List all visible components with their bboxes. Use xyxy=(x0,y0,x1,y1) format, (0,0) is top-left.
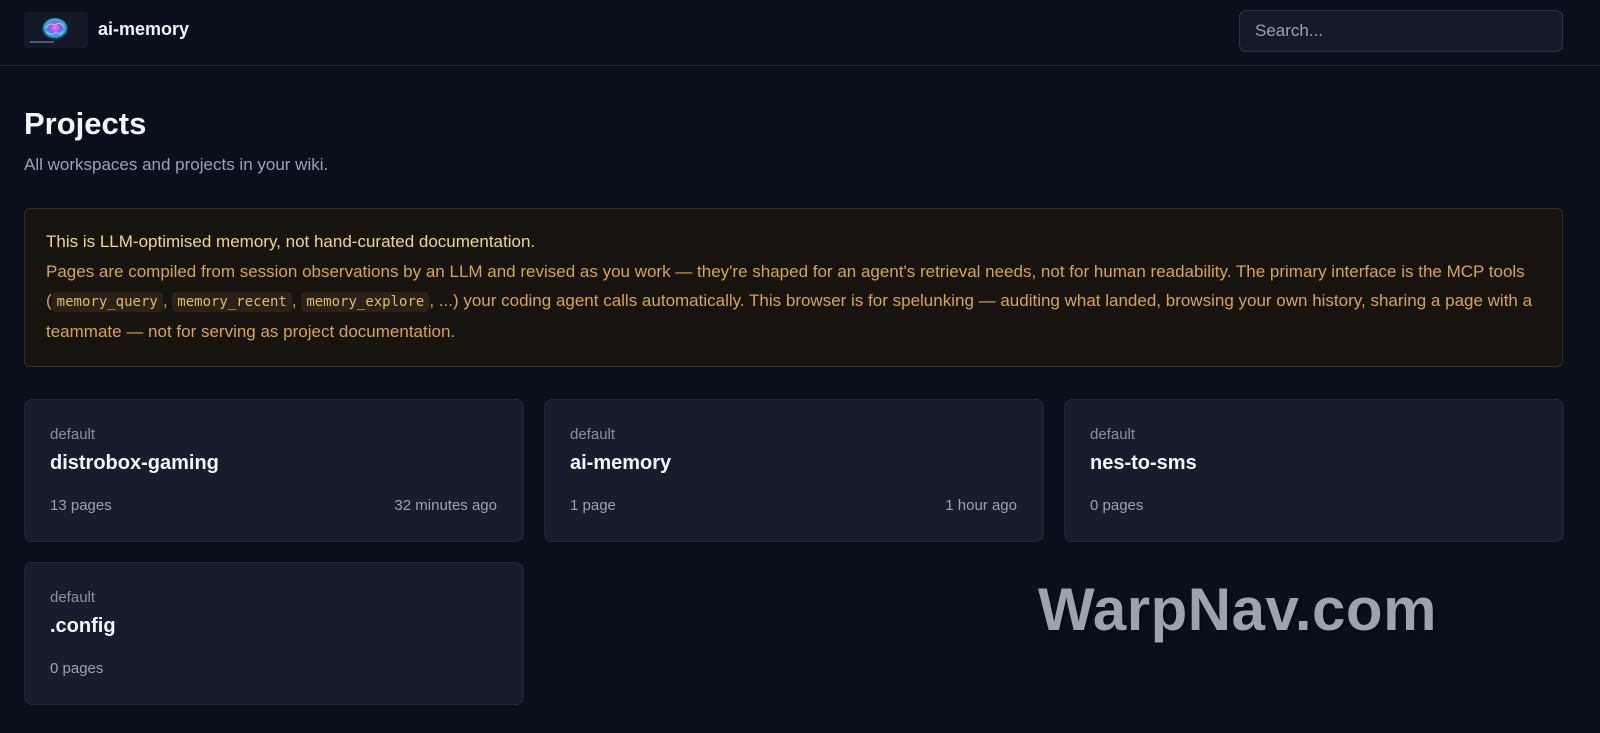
separator: , xyxy=(291,291,302,310)
workspace-label: default xyxy=(570,426,616,443)
page-count: 13 pages xyxy=(50,497,112,514)
page-title: Projects xyxy=(24,106,147,141)
tool-memory-query: memory_query xyxy=(51,292,163,312)
top-bar: ai-memory xyxy=(0,0,1600,66)
project-card-config[interactable]: default .config 0 pages xyxy=(24,562,524,705)
project-card-distrobox-gaming[interactable]: default distrobox-gaming 13 pages 32 min… xyxy=(24,399,524,542)
separator: , xyxy=(162,291,173,310)
app-name[interactable]: ai-memory xyxy=(98,19,189,40)
project-card-nes-to-sms[interactable]: default nes-to-sms 0 pages xyxy=(1064,399,1564,542)
page-subtitle: All workspaces and projects in your wiki… xyxy=(24,155,329,174)
workspace-label: default xyxy=(1090,426,1136,443)
page-count: 0 pages xyxy=(1090,497,1144,514)
notice-body: Pages are compiled from session observat… xyxy=(46,257,1541,346)
project-name: nes-to-sms xyxy=(1090,452,1197,474)
page-count: 1 page xyxy=(570,497,616,514)
tool-memory-explore: memory_explore xyxy=(301,292,430,312)
last-updated: 32 minutes ago xyxy=(394,497,497,514)
tool-memory-recent: memory_recent xyxy=(172,292,292,312)
brain-logo-icon[interactable] xyxy=(24,12,88,48)
project-name: distrobox-gaming xyxy=(50,452,219,474)
project-name: ai-memory xyxy=(570,452,672,474)
workspace-label: default xyxy=(50,589,96,606)
watermark: WarpNav.com xyxy=(1038,576,1437,643)
last-updated: 1 hour ago xyxy=(945,497,1017,514)
project-name: .config xyxy=(50,615,116,637)
workspace-label: default xyxy=(50,426,96,443)
llm-memory-notice: This is LLM-optimised memory, not hand-c… xyxy=(24,208,1563,367)
search-input[interactable] xyxy=(1239,10,1563,52)
project-card-ai-memory[interactable]: default ai-memory 1 page 1 hour ago xyxy=(544,399,1044,542)
page-count: 0 pages xyxy=(50,660,104,677)
notice-title: This is LLM-optimised memory, not hand-c… xyxy=(46,232,536,251)
